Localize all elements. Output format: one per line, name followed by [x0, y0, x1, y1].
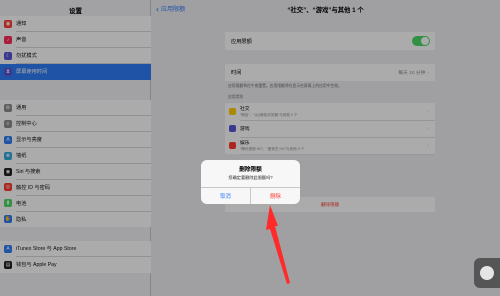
alert-title: 删除限额: [239, 167, 262, 173]
assistive-touch-button[interactable]: [474, 258, 500, 288]
confirm-delete-button[interactable]: 删除: [251, 188, 300, 204]
modal-dim-overlay: [0, 0, 500, 296]
alert-buttons: 取消 删除: [201, 187, 300, 204]
delete-limit-alert: 删除限额 您确定要删除此限额吗? 取消 删除: [201, 160, 300, 204]
cancel-button[interactable]: 取消: [201, 188, 251, 204]
alert-message: 您确定要删除此限额吗?: [228, 175, 273, 180]
